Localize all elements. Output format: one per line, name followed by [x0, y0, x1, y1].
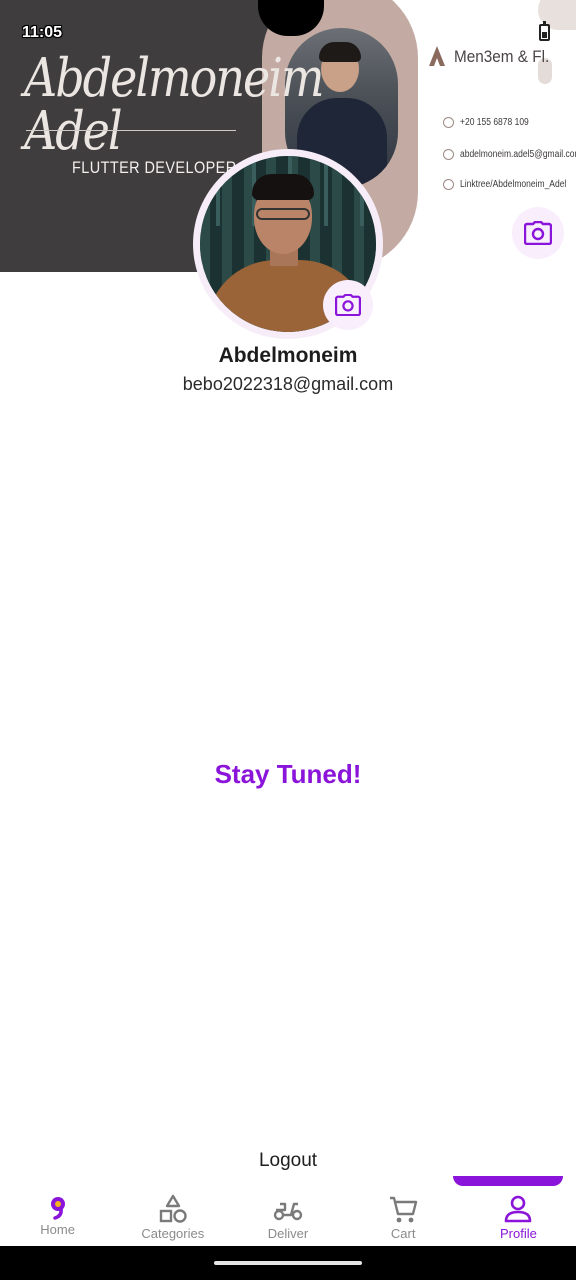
profile-email: bebo2022318@gmail.com [182, 374, 394, 394]
globe-icon [443, 179, 454, 190]
nav-item-categories[interactable]: Categories [115, 1186, 230, 1246]
change-cover-button[interactable] [512, 207, 564, 259]
nav-label: Cart [390, 1226, 416, 1241]
profile-name: Abdelmoneim [218, 344, 358, 367]
nav-label: Categories [141, 1226, 205, 1241]
nav-label: Home [40, 1222, 75, 1237]
nav-active-indicator [453, 1176, 563, 1186]
cart-icon [390, 1196, 418, 1223]
signature-underline [26, 130, 236, 131]
nav-label: Profile [499, 1226, 537, 1241]
email-icon [443, 149, 454, 160]
logout-button[interactable]: Logout [0, 1150, 576, 1172]
status-time: 11:05 [22, 24, 63, 41]
home-logo-icon [50, 1197, 65, 1220]
scooter-icon [273, 1202, 303, 1221]
cover-signature: Abdelmoneim Adel [24, 46, 325, 162]
cover-brand: Men3em & Fl. [428, 44, 560, 70]
nav-item-cart[interactable]: Cart [346, 1186, 461, 1246]
battery-icon [539, 21, 550, 41]
camera-icon [335, 294, 361, 316]
contact-email: abdelmoneim.adel5@gmail.com [443, 149, 576, 160]
contact-website: Linktree/Abdelmoneim_Adel [443, 179, 576, 190]
bottom-nav: Home Categories Deliver Cart Profile [0, 1186, 576, 1246]
nav-item-deliver[interactable]: Deliver [230, 1186, 345, 1246]
brand-name: Men3em & Fl. [454, 47, 550, 66]
change-avatar-button[interactable] [323, 280, 373, 330]
phone-icon [443, 117, 454, 128]
nav-item-profile[interactable]: Profile [461, 1186, 576, 1246]
shapes-icon [159, 1194, 187, 1223]
camera-icon [524, 221, 552, 245]
home-gesture-handle[interactable] [214, 1261, 362, 1265]
nav-item-home[interactable]: Home [0, 1186, 115, 1246]
brand-logo-icon [429, 46, 445, 66]
stay-tuned-message: Stay Tuned! [214, 759, 362, 789]
contact-phone: +20 155 6878 109 [443, 117, 541, 128]
nav-label: Deliver [267, 1226, 309, 1241]
person-icon [505, 1195, 532, 1223]
